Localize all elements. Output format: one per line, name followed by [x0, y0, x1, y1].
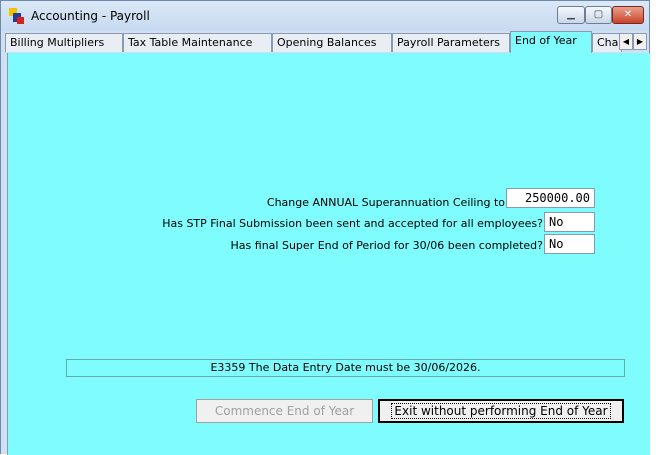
super-end-of-period-input[interactable]: No: [544, 234, 595, 254]
exit-button-label: Exit without performing End of Year: [391, 403, 611, 419]
tab-tax-table-maintenance[interactable]: Tax Table Maintenance: [123, 33, 272, 52]
minimize-button[interactable]: ▁: [557, 6, 585, 24]
window-title: Accounting - Payroll: [31, 9, 150, 23]
exit-end-of-year-button[interactable]: Exit without performing End of Year: [378, 399, 624, 423]
tab-billing-multipliers[interactable]: Billing Multipliers: [5, 33, 123, 52]
close-button[interactable]: ✕: [612, 6, 644, 24]
tab-char[interactable]: Char: [592, 33, 622, 52]
tab-end-of-year[interactable]: End of Year: [510, 31, 592, 53]
super-end-of-period-label: Has final Super End of Period for 30/06 …: [230, 239, 543, 252]
tab-scroll-right-icon[interactable]: ▶: [633, 33, 647, 50]
stp-final-submission-label: Has STP Final Submission been sent and a…: [162, 217, 543, 230]
tab-strip: Billing Multipliers Tax Table Maintenanc…: [5, 31, 649, 53]
end-of-year-panel: Change ANNUAL Superannuation Ceiling to …: [7, 53, 650, 455]
tab-opening-balances[interactable]: Opening Balances: [272, 33, 392, 52]
payroll-window: Accounting - Payroll ▁ ▢ ✕ Billing Multi…: [0, 0, 650, 455]
stp-final-submission-input[interactable]: No: [544, 212, 595, 232]
app-icon: [9, 8, 25, 24]
maximize-button[interactable]: ▢: [585, 6, 612, 24]
title-bar[interactable]: Accounting - Payroll ▁ ▢ ✕: [1, 1, 649, 31]
super-ceiling-input[interactable]: 250000.00: [506, 188, 595, 208]
super-ceiling-label: Change ANNUAL Superannuation Ceiling to: [266, 196, 505, 209]
tab-scroll-left-icon[interactable]: ◀: [619, 33, 633, 50]
commence-end-of-year-button[interactable]: Commence End of Year: [196, 399, 373, 423]
error-message-bar: E3359 The Data Entry Date must be 30/06/…: [66, 359, 625, 377]
tab-payroll-parameters[interactable]: Payroll Parameters: [392, 33, 510, 52]
